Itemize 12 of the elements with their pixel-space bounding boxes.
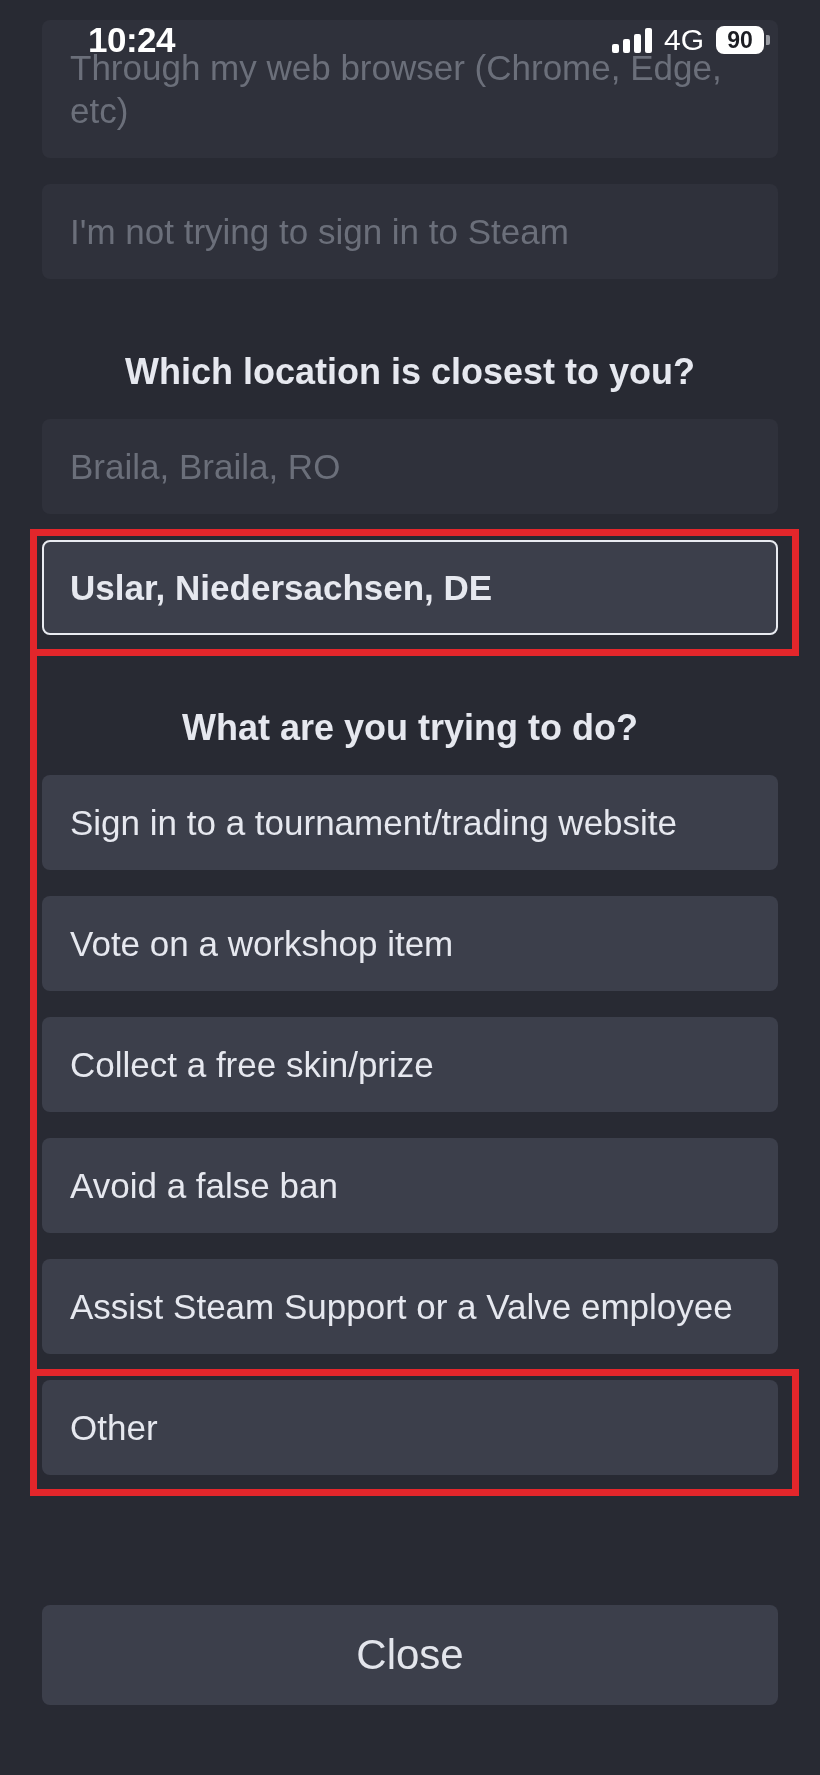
option-button[interactable]: Collect a free skin/prize bbox=[42, 1017, 778, 1112]
option-button[interactable]: Avoid a false ban bbox=[42, 1138, 778, 1233]
signal-icon bbox=[611, 27, 652, 53]
option-button[interactable]: Other bbox=[42, 1380, 778, 1475]
option-button[interactable]: Sign in to a tournament/trading website bbox=[42, 775, 778, 870]
option-button[interactable]: Vote on a workshop item bbox=[42, 896, 778, 991]
close-button[interactable]: Close bbox=[42, 1605, 778, 1705]
option-button[interactable]: Uslar, Niedersachsen, DE bbox=[42, 540, 778, 635]
battery-indicator: 90 bbox=[716, 26, 770, 54]
option-button[interactable]: Assist Steam Support or a Valve employee bbox=[42, 1259, 778, 1354]
question-heading: What are you trying to do? bbox=[181, 706, 639, 749]
question-heading: Which location is closest to you? bbox=[123, 350, 697, 393]
